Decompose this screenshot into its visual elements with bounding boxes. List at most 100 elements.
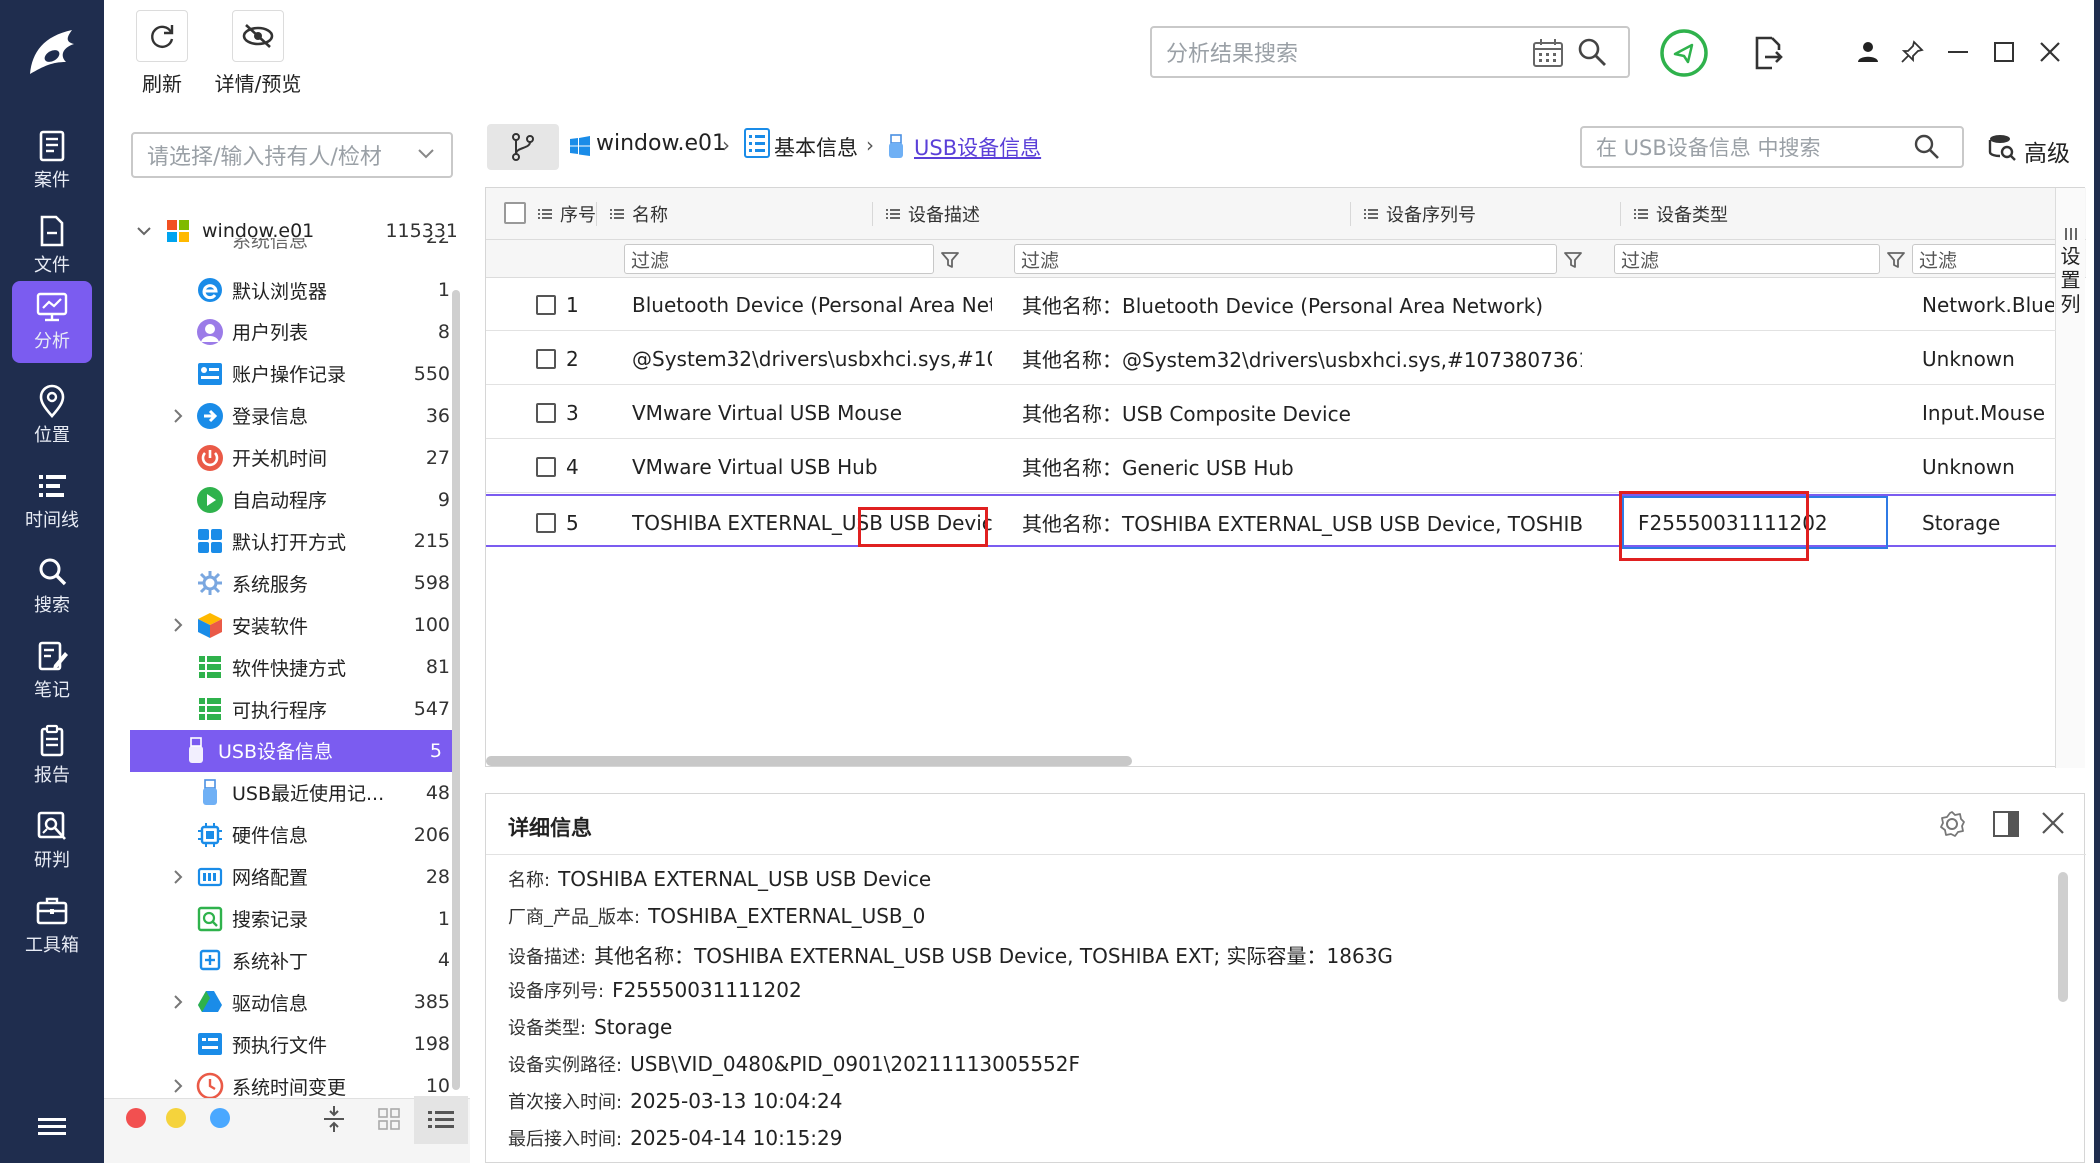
tree-item[interactable]: 安装软件 100 [130, 604, 450, 646]
tree-item[interactable]: 账户操作记录 550 [130, 353, 450, 395]
tree-item[interactable]: 自启动程序 9 [130, 479, 450, 521]
column-header[interactable]: 设备描述 [886, 188, 980, 240]
chevron-right-icon[interactable] [170, 408, 186, 424]
tree-item[interactable]: 开关机时间 27 [130, 437, 450, 479]
gear-icon[interactable] [1938, 810, 1966, 838]
blue-tag-dot[interactable] [210, 1108, 230, 1128]
tree-item[interactable]: USB设备信息 5 [130, 729, 456, 772]
chevron-right-icon[interactable] [170, 994, 186, 1010]
column-separator[interactable] [1350, 202, 1351, 226]
maximize-icon[interactable] [1994, 42, 2014, 62]
column-separator[interactable] [872, 202, 873, 226]
advanced-button[interactable]: 高级 [2024, 134, 2070, 168]
row-checkbox[interactable] [536, 402, 556, 423]
tree-item[interactable]: USB最近使用记... 48 [130, 772, 450, 814]
filter-icon[interactable] [940, 250, 960, 270]
column-filter-input[interactable]: 过滤 [1014, 244, 1557, 274]
breadcrumb-item-root[interactable]: window.e01 [596, 131, 726, 156]
grid-view-icon[interactable] [378, 1108, 400, 1130]
collapse-all-icon[interactable] [323, 1104, 345, 1134]
filter-icon[interactable] [1563, 250, 1583, 270]
nav-item-note[interactable]: 笔记 [0, 630, 104, 710]
export-icon[interactable] [1752, 36, 1784, 70]
pin-icon[interactable] [1900, 40, 1924, 64]
table-h-scrollbar[interactable] [486, 756, 1132, 766]
column-header[interactable]: 序号 [538, 188, 596, 240]
branch-button[interactable] [487, 124, 559, 170]
detail-preview-button[interactable]: 详情/预览 [210, 10, 306, 97]
yellow-tag-dot[interactable] [166, 1108, 186, 1128]
nav-item-analysis[interactable]: 分析 [12, 281, 92, 363]
calendar-icon[interactable] [1532, 38, 1564, 68]
row-checkbox[interactable] [536, 456, 556, 477]
table-row[interactable]: 5 TOSHIBA EXTERNAL_USB USB Device 其他名称：TOS… [486, 494, 2056, 549]
table-row[interactable]: 3 VMware Virtual USB Mouse 其他名称：USB Compos… [486, 386, 2056, 439]
owner-select[interactable]: 请选择/输入持有人/检材 [131, 132, 453, 178]
breadcrumb-item-basic[interactable]: 基本信息 [774, 132, 858, 162]
column-filter-input[interactable]: 过滤 [1912, 244, 2057, 274]
tree-item[interactable]: 系统服务 598 [130, 562, 450, 604]
search-icon[interactable] [1914, 134, 1940, 160]
minimize-icon[interactable] [1948, 50, 1968, 54]
filter-icon[interactable] [1886, 250, 1906, 270]
column-settings-button[interactable]: 设置列 [2055, 188, 2085, 768]
tree-item[interactable]: 硬件信息 206 [130, 814, 450, 856]
breadcrumb-item-current[interactable]: USB设备信息 [914, 132, 1041, 162]
table-row[interactable]: 1 Bluetooth Device (Personal Area Net... 其… [486, 278, 2056, 331]
select-all-checkbox[interactable] [504, 202, 526, 224]
nav-item-file[interactable]: 文件 [0, 205, 104, 285]
tree-item[interactable]: 用户列表 8 [130, 311, 450, 353]
tree-item[interactable]: 可执行程序 547 [130, 688, 450, 730]
tree-item[interactable]: 搜索记录 1 [130, 898, 450, 940]
nav-item-case[interactable]: 案件 [0, 120, 104, 200]
tree-item[interactable]: 默认打开方式 215 [130, 520, 450, 562]
tree-item[interactable]: 预执行文件 198 [130, 1023, 450, 1065]
tree-item[interactable]: 驱动信息 385 [130, 981, 450, 1023]
close-icon[interactable] [2040, 42, 2060, 62]
panel-toggle-icon[interactable] [1993, 811, 2019, 837]
tree-item[interactable]: 默认浏览器 1 [130, 269, 450, 311]
nav-item-location[interactable]: 位置 [0, 375, 104, 455]
tree-item-partial[interactable]: 系统信息 22 [130, 238, 450, 256]
row-serial[interactable] [1622, 440, 1888, 493]
chevron-down-icon[interactable] [136, 223, 152, 239]
column-header[interactable]: 设备类型 [1634, 188, 1728, 240]
row-checkbox[interactable] [536, 512, 556, 533]
chevron-down-icon[interactable] [418, 148, 434, 160]
tree-item[interactable]: 网络配置 28 [130, 856, 450, 898]
column-filter-input[interactable]: 过滤 [624, 244, 934, 274]
row-serial[interactable] [1622, 278, 1888, 331]
tree-item[interactable]: 软件快捷方式 81 [130, 646, 450, 688]
tree-scrollbar[interactable] [452, 290, 460, 1090]
nav-item-report[interactable]: 报告 [0, 715, 104, 795]
nav-item-toolbox[interactable]: 工具箱 [0, 885, 104, 965]
column-filter-input[interactable]: 过滤 [1614, 244, 1880, 274]
chevron-right-icon[interactable] [170, 1078, 186, 1094]
detail-scrollbar[interactable] [2058, 872, 2068, 1002]
nav-item-search[interactable]: 搜索 [0, 545, 104, 625]
shield-status-icon[interactable] [1659, 28, 1709, 78]
row-checkbox[interactable] [536, 348, 556, 369]
table-row[interactable]: 2 @System32\drivers\usbxhci.sys,#10... 其他名… [486, 332, 2056, 385]
close-icon[interactable] [2042, 812, 2064, 834]
tree-item[interactable]: 登录信息 36 [130, 395, 450, 437]
nav-item-timeline[interactable]: 时间线 [0, 460, 104, 540]
nav-item-judge[interactable]: 研判 [0, 800, 104, 880]
row-serial[interactable] [1622, 386, 1888, 439]
table-row[interactable]: 4 VMware Virtual USB Hub 其他名称：Generic USB … [486, 440, 2056, 493]
refresh-button[interactable]: 刷新 [134, 10, 190, 97]
chevron-right-icon[interactable] [170, 869, 186, 885]
column-header[interactable]: 设备序列号 [1364, 188, 1476, 240]
tree-item[interactable]: 系统补丁 4 [130, 939, 450, 981]
column-separator[interactable] [596, 202, 597, 226]
search-icon[interactable] [1576, 36, 1608, 68]
row-serial[interactable] [1622, 332, 1888, 385]
user-icon[interactable] [1856, 40, 1880, 64]
column-header[interactable]: 名称 [610, 188, 668, 240]
column-separator[interactable] [1620, 202, 1621, 226]
row-checkbox[interactable] [536, 294, 556, 315]
list-view-button[interactable] [414, 1096, 468, 1144]
usb-search-input[interactable]: 在 USB设备信息 中搜索 [1580, 126, 1964, 168]
menu-icon[interactable] [38, 1116, 66, 1138]
red-tag-dot[interactable] [126, 1108, 146, 1128]
